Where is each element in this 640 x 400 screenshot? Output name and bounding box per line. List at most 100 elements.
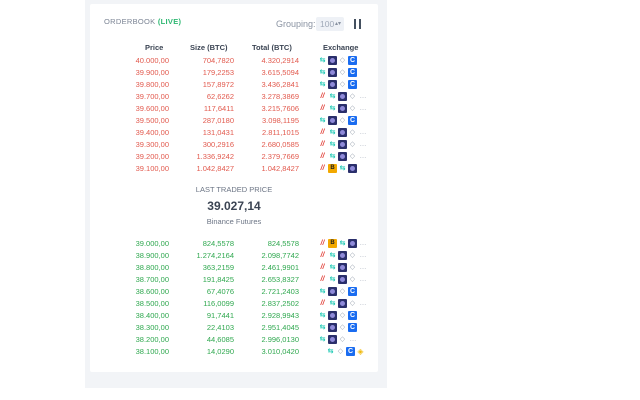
table-row[interactable]: 39.700,00 62,6262 3.278,3869 // ⇆ ◇… [90,91,378,103]
ftx-icon: ⇆ [327,348,334,355]
price-cell: 38.700,00 [135,275,169,284]
kraken-icon [338,104,347,113]
ftx-icon: ⇆ [319,57,326,64]
chevron-down-icon: ▴▾ [334,21,341,27]
table-row[interactable]: 38.400,00 91,7441 2.928,9943 ⇆ ◇ C [90,310,378,322]
price-cell: 38.600,00 [135,287,169,296]
more-icon: … [359,240,367,247]
total-cell: 2.811,1015 [262,128,299,137]
coinbase-icon: C [348,116,357,125]
more-icon: … [359,141,367,148]
price-cell: 38.100,00 [135,347,169,356]
diamond-icon: ◇ [339,324,346,331]
price-cell: 39.200,00 [135,152,169,161]
bitmex-icon: // [320,105,325,112]
size-cell: 22,4103 [206,323,234,332]
more-icon: … [359,153,367,160]
kraken-icon [338,275,347,284]
table-row[interactable]: 39.600,00 117,6411 3.215,7606 // ⇆ ◇… [90,103,378,115]
ftx-icon: ⇆ [319,336,326,343]
table-row[interactable]: 39.200,00 1.336,9242 2.379,7669 // ⇆ ◇… [90,151,378,163]
table-row[interactable]: 39.900,00 179,2253 3.615,5094 ⇆ ◇ C [90,67,378,79]
total-cell: 2.928,9943 [261,311,299,320]
price-cell: 39.100,00 [135,164,169,173]
table-row[interactable]: 39.500,00 287,0180 3.098,1195 ⇆ ◇ C [90,115,378,127]
ftx-icon: ⇆ [329,105,336,112]
diamond-icon: ◇ [339,69,346,76]
table-row[interactable]: 39.000,00 824,5578 824,5578//B ⇆… [90,238,378,250]
coinbase-icon: C [348,80,357,89]
ftx-icon: ⇆ [319,117,326,124]
size-cell: 157,8972 [202,80,234,89]
ftx-icon: ⇆ [339,165,346,172]
price-cell: 38.500,00 [135,299,169,308]
size-cell: 1.042,8427 [196,164,234,173]
size-cell: 116,0099 [203,299,234,308]
ftx-icon: ⇆ [319,324,326,331]
table-row[interactable]: 38.900,00 1.274,2164 2.098,7742 // ⇆ ◇… [90,250,378,262]
price-cell: 39.800,00 [135,80,169,89]
diamond-icon: ◇ [339,57,346,64]
bitmex-icon: // [320,276,325,283]
size-cell: 14,0290 [206,347,234,356]
more-icon: … [359,129,367,136]
ftx-icon: ⇆ [329,252,336,259]
size-cell: 62,6262 [206,92,234,101]
total-cell: 2.680,0585 [261,140,299,149]
diamond-icon: ◇ [337,348,344,355]
table-row[interactable]: 38.700,00 191,8425 2.653,8327 // ⇆ ◇… [90,274,378,286]
coinbase-icon: C [348,56,357,65]
table-row[interactable]: 38.800,00 363,2159 2.461,9901 // ⇆ ◇… [90,262,378,274]
kraken-icon [328,323,337,332]
bitmex-icon: // [320,240,325,247]
total-cell: 2.837,2502 [261,299,299,308]
bitmex-icon: // [320,129,325,136]
table-row[interactable]: 38.100,00 14,0290 3.010,0420 ⇆ ◇ C ◈ [90,346,378,358]
price-cell: 38.400,00 [135,311,169,320]
table-row[interactable]: 38.200,00 44,6085 2.996,0130 ⇆ ◇… [90,334,378,346]
more-icon: … [359,276,367,283]
price-cell: 39.400,00 [135,128,169,137]
ftx-icon: ⇆ [329,129,336,136]
bitmex-icon: // [320,153,325,160]
bitmex-icon: // [320,141,325,148]
price-cell: 39.300,00 [135,140,169,149]
total-cell: 3.615,5094 [261,68,299,77]
table-row[interactable]: 39.800,00 157,8972 3.436,2841 ⇆ ◇ C [90,79,378,91]
table-row[interactable]: 38.300,00 22,4103 2.951,4045 ⇆ ◇ C [90,322,378,334]
kraken-icon [338,251,347,260]
kraken-icon [338,263,347,272]
live-badge: (LIVE) [157,17,182,26]
ftx-icon: ⇆ [319,312,326,319]
diamond-icon: ◇ [339,312,346,319]
price-cell: 38.800,00 [135,263,169,272]
bitmex-icon: // [320,264,325,271]
size-cell: 1.274,2164 [196,251,234,260]
bitmex-icon: // [320,93,325,100]
table-row[interactable]: 38.600,00 67,4076 2.721,2403 ⇆ ◇ C [90,286,378,298]
table-row[interactable]: 38.500,00 116,0099 2.837,2502 // ⇆ ◇… [90,298,378,310]
grouping-select[interactable]: 100 ▴▾ [316,17,344,31]
pause-icon[interactable] [354,19,362,29]
price-cell: 38.200,00 [135,335,169,344]
more-icon: … [349,336,357,343]
size-cell: 67,4076 [206,287,234,296]
kraken-icon [338,152,347,161]
price-cell: 40.000,00 [135,56,169,65]
table-row[interactable]: 39.400,00 131,0431 2.811,1015 // ⇆ ◇… [90,127,378,139]
kraken-icon [338,128,347,137]
table-row[interactable]: 39.100,00 1.042,8427 1.042,8427 //B ⇆ [90,163,378,175]
table-row[interactable]: 40.000,00 704,7820 4.320,2914 ⇆ ◇ C [90,55,378,67]
size-cell: 704,7820 [202,56,234,65]
more-icon: … [359,252,367,259]
price-cell: 39.600,00 [135,104,169,113]
size-cell: 363,2159 [202,263,234,272]
size-cell: 191,8425 [202,275,234,284]
kraken-icon [328,287,337,296]
diamond-icon: ◇ [349,105,356,112]
size-cell: 179,2253 [202,68,234,77]
kraken-icon [348,239,357,248]
table-row[interactable]: 39.300,00 300,2916 2.680,0585 // ⇆ ◇… [90,139,378,151]
total-cell: 4.320,2914 [261,56,299,65]
diamond-icon: ◇ [339,81,346,88]
